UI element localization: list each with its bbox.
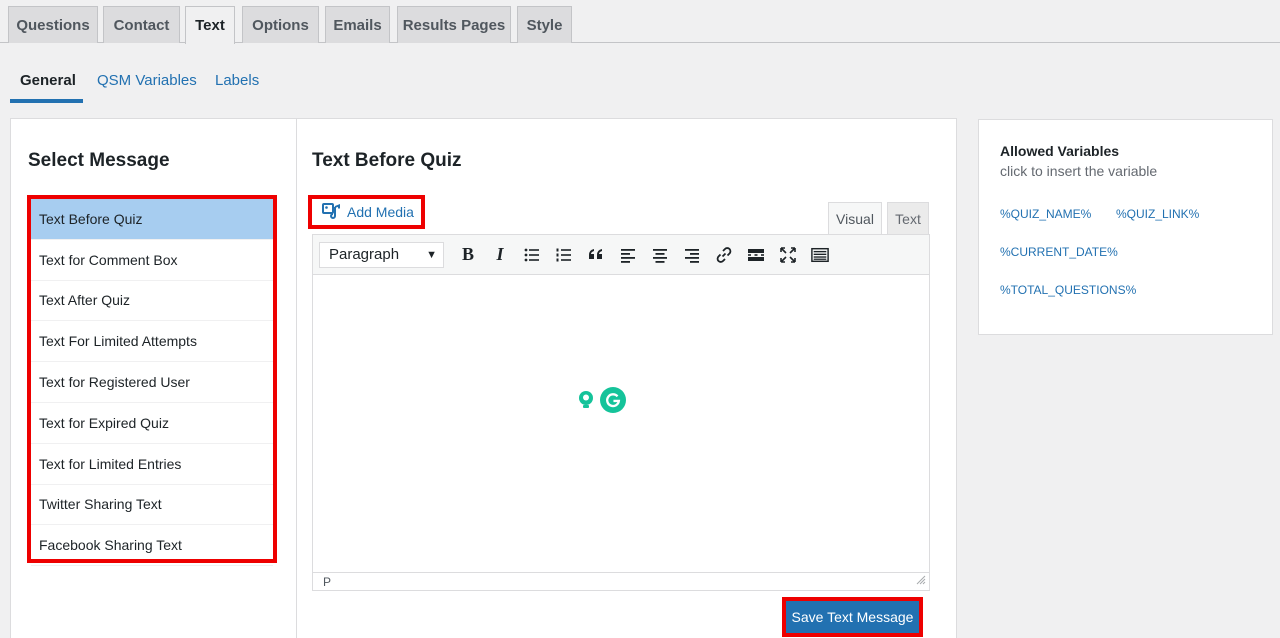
variable-quiz-name[interactable]: %QUIZ_NAME% (1000, 207, 1091, 221)
subtab-general[interactable]: General (20, 72, 76, 89)
message-list: Text Before Quiz Text for Comment Box Te… (27, 195, 277, 567)
tab-style[interactable]: Style (517, 6, 572, 43)
blockquote-icon[interactable] (580, 240, 612, 270)
editor-status-bar: P (313, 572, 929, 590)
message-item-text-before-quiz[interactable]: Text Before Quiz (31, 199, 273, 240)
italic-icon[interactable]: I (484, 240, 516, 270)
tab-questions[interactable]: Questions (8, 6, 98, 43)
grammarly-suggestion-icon[interactable] (575, 389, 597, 411)
allowed-variables-panel: Allowed Variables click to insert the va… (978, 119, 1273, 335)
format-select-value: Paragraph (329, 246, 400, 263)
numbered-list-icon[interactable] (548, 240, 580, 270)
tab-emails[interactable]: Emails (325, 6, 390, 43)
editor-text-tab[interactable]: Text (887, 202, 929, 235)
add-media-button[interactable]: Add Media (308, 195, 425, 229)
rich-text-editor: Paragraph ▼ B I P (312, 234, 930, 591)
save-button-highlight: Save Text Message (782, 597, 923, 637)
select-message-title: Select Message (28, 150, 170, 171)
align-center-icon[interactable] (644, 240, 676, 270)
add-media-label: Add Media (347, 204, 414, 220)
subtab-labels[interactable]: Labels (215, 72, 259, 89)
link-icon[interactable] (708, 240, 740, 270)
variable-total-questions[interactable]: %TOTAL_QUESTIONS% (1000, 283, 1136, 297)
message-item-text-for-comment-box[interactable]: Text for Comment Box (31, 240, 273, 281)
tab-options[interactable]: Options (242, 6, 319, 43)
message-item-text-for-expired-quiz[interactable]: Text for Expired Quiz (31, 403, 273, 444)
chevron-down-icon: ▼ (426, 248, 437, 261)
fullscreen-icon[interactable] (772, 240, 804, 270)
panel-divider (296, 119, 297, 638)
subtab-qsm-variables[interactable]: QSM Variables (97, 72, 197, 89)
allowed-variables-title: Allowed Variables (1000, 143, 1120, 159)
editor-toolbar: Paragraph ▼ B I (313, 235, 929, 275)
tab-contact[interactable]: Contact (103, 6, 180, 43)
bullet-list-icon[interactable] (516, 240, 548, 270)
message-item-text-for-limited-entries[interactable]: Text for Limited Entries (31, 444, 273, 485)
allowed-variables-subtitle: click to insert the variable (1000, 163, 1158, 179)
editor-visual-tab[interactable]: Visual (828, 202, 882, 235)
editor-title: Text Before Quiz (312, 150, 462, 171)
message-item-text-after-quiz[interactable]: Text After Quiz (31, 281, 273, 322)
bold-icon[interactable]: B (452, 240, 484, 270)
active-subtab-underline (10, 99, 83, 103)
element-path: P (323, 574, 332, 589)
text-settings-panel: Select Message Text Before Quiz Text for… (10, 118, 957, 638)
format-select[interactable]: Paragraph ▼ (319, 241, 444, 268)
grammarly-icon[interactable] (600, 387, 626, 413)
read-more-icon[interactable] (740, 240, 772, 270)
add-media-icon (322, 202, 340, 222)
message-item-text-for-limited-attempts[interactable]: Text For Limited Attempts (31, 321, 273, 363)
resize-handle-icon[interactable] (916, 574, 926, 588)
align-right-icon[interactable] (676, 240, 708, 270)
save-text-message-button[interactable]: Save Text Message (786, 601, 919, 633)
editor-content-area[interactable] (313, 275, 929, 572)
keyboard-icon[interactable] (804, 240, 836, 270)
message-item-text-for-registered-user[interactable]: Text for Registered User (31, 362, 273, 403)
message-item-facebook-sharing-text[interactable]: Facebook Sharing Text (31, 525, 273, 567)
variable-current-date[interactable]: %CURRENT_DATE% (1000, 245, 1118, 259)
message-item-twitter-sharing-text[interactable]: Twitter Sharing Text (31, 485, 273, 526)
variable-quiz-link[interactable]: %QUIZ_LINK% (1116, 207, 1199, 221)
top-tab-bar: Questions Contact Text Options Emails Re… (0, 0, 1280, 44)
tab-text[interactable]: Text (185, 6, 235, 44)
align-left-icon[interactable] (612, 240, 644, 270)
tab-results-pages[interactable]: Results Pages (397, 6, 511, 43)
